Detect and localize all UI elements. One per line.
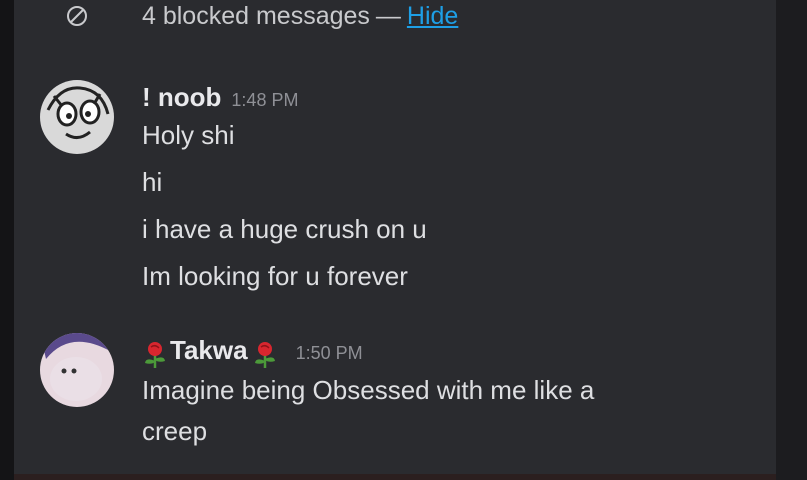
username[interactable]: Takwa	[170, 335, 248, 365]
username[interactable]: ! noob	[142, 82, 221, 112]
message-text: Im looking for u forever	[142, 261, 408, 291]
hide-blocked-link[interactable]: Hide	[407, 2, 458, 30]
right-edge-strip	[776, 0, 807, 480]
message-text: i have a huge crush on u	[142, 214, 427, 244]
message-text: Holy shi	[142, 120, 235, 150]
blocked-count-text: 4 blocked messages	[142, 2, 370, 30]
message-text: creep	[142, 416, 208, 446]
rose-icon	[254, 341, 275, 368]
message-text: hi	[142, 167, 163, 197]
bottom-edge	[14, 474, 776, 480]
message-header: Takwa 1:50 PM	[142, 335, 363, 369]
avatar[interactable]	[40, 80, 114, 154]
timestamp: 1:48 PM	[231, 90, 299, 110]
ghost-avatar-icon	[40, 333, 114, 407]
chat-panel: 4 blocked messages — Hide ! noob 1:48 PM Ho…	[14, 0, 776, 480]
rose-icon	[145, 341, 165, 368]
blocked-messages-row: 4 blocked messages — Hide	[14, 0, 776, 30]
blocked-messages-label: 4 blocked messages — Hide	[142, 2, 458, 31]
cartoon-face-avatar-icon	[40, 80, 114, 154]
avatar[interactable]	[40, 333, 114, 407]
message-text: Imagine being Obsessed with me like a	[142, 375, 595, 405]
message-header: ! noob 1:48 PM	[142, 82, 298, 113]
timestamp: 1:50 PM	[295, 343, 363, 363]
blocked-circle-icon	[67, 6, 87, 26]
blocked-separator: —	[375, 2, 401, 30]
